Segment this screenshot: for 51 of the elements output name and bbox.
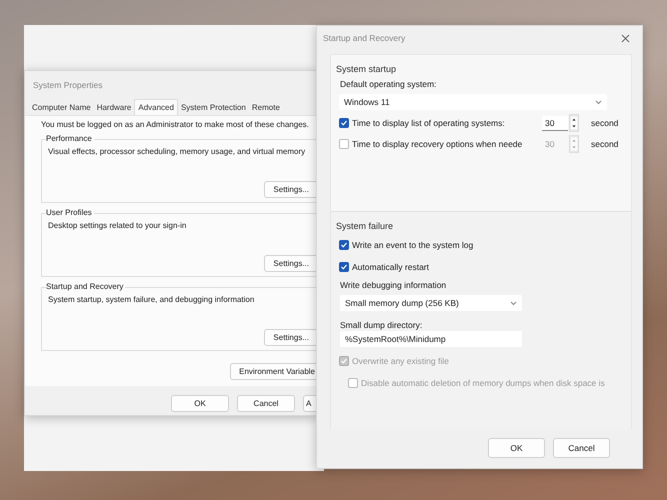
spinner-arrows-icon — [569, 135, 579, 153]
field-label: Write debugging information — [340, 280, 448, 290]
unit-label: second — [591, 118, 618, 128]
chevron-down-icon — [595, 100, 602, 104]
tab[interactable]: Computer Name — [29, 99, 94, 115]
settings-button[interactable]: Settings... — [264, 329, 317, 346]
group-description: Desktop settings related to your sign-in — [48, 221, 188, 230]
checkbox-label: Time to display recovery options when neede — [352, 139, 524, 149]
window-title: System Properties — [32, 79, 104, 92]
spinner-arrows-icon — [569, 114, 579, 132]
os-dropdown[interactable]: Windows 11 — [339, 94, 607, 110]
admin-note: You must be logged on as an Administrator to make most of these changes. — [41, 120, 310, 129]
section-heading: System failure — [336, 221, 394, 231]
tab[interactable]: System Protection — [178, 99, 249, 115]
tab[interactable]: Remote — [248, 99, 283, 115]
dropdown-value: Small memory dump (256 KB) — [345, 298, 459, 308]
checkbox[interactable] — [339, 118, 349, 128]
group-title: User Profiles — [46, 208, 94, 217]
apply-button[interactable]: A — [303, 395, 317, 412]
section-heading: System startup — [336, 64, 398, 74]
settings-button[interactable]: Settings... — [264, 181, 317, 198]
checkbox-label: Time to display list of operating systems: — [352, 118, 506, 128]
checkbox-label: Disable automatic deletion of memory dumps when disk space is — [361, 378, 605, 388]
tab[interactable]: Advanced — [134, 99, 178, 115]
field-label: Default operating system: — [340, 79, 438, 89]
group-description: System startup, system failure, and debugging information — [48, 295, 256, 304]
ok-button[interactable]: OK — [488, 438, 545, 458]
unit-label: second — [591, 139, 618, 149]
checkbox-label: Write an event to the system log — [352, 240, 474, 250]
cancel-button[interactable]: Cancel — [553, 438, 610, 458]
dropdown-value: Windows 11 — [344, 97, 390, 107]
number-field[interactable]: 30 — [542, 116, 568, 130]
window-title: Startup and Recovery — [323, 33, 406, 43]
group-description: Visual effects, processor scheduling, memory usage, and virtual memory — [48, 147, 306, 156]
close-icon[interactable] — [621, 34, 630, 42]
cancel-button[interactable]: Cancel — [237, 395, 295, 412]
environment-variables-button[interactable]: Environment Variable — [230, 363, 317, 380]
dump-type-dropdown[interactable]: Small memory dump (256 KB) — [340, 295, 522, 311]
group-title: Startup and Recovery — [46, 282, 126, 291]
chevron-down-icon — [510, 300, 517, 306]
directory-field[interactable]: %SystemRoot%\Minidump — [340, 331, 522, 347]
checkbox[interactable] — [339, 262, 349, 272]
field-label: Small dump directory: — [340, 320, 424, 330]
group-title: Performance — [46, 134, 94, 143]
checkbox[interactable] — [339, 240, 349, 250]
ok-button[interactable]: OK — [171, 395, 229, 412]
checkbox-label: Automatically restart — [352, 262, 429, 272]
number-field: 30 — [542, 137, 568, 151]
settings-button[interactable]: Settings... — [264, 255, 317, 272]
tab[interactable]: Hardware — [94, 99, 134, 115]
checkbox-label: Overwrite any existing file — [352, 356, 449, 366]
